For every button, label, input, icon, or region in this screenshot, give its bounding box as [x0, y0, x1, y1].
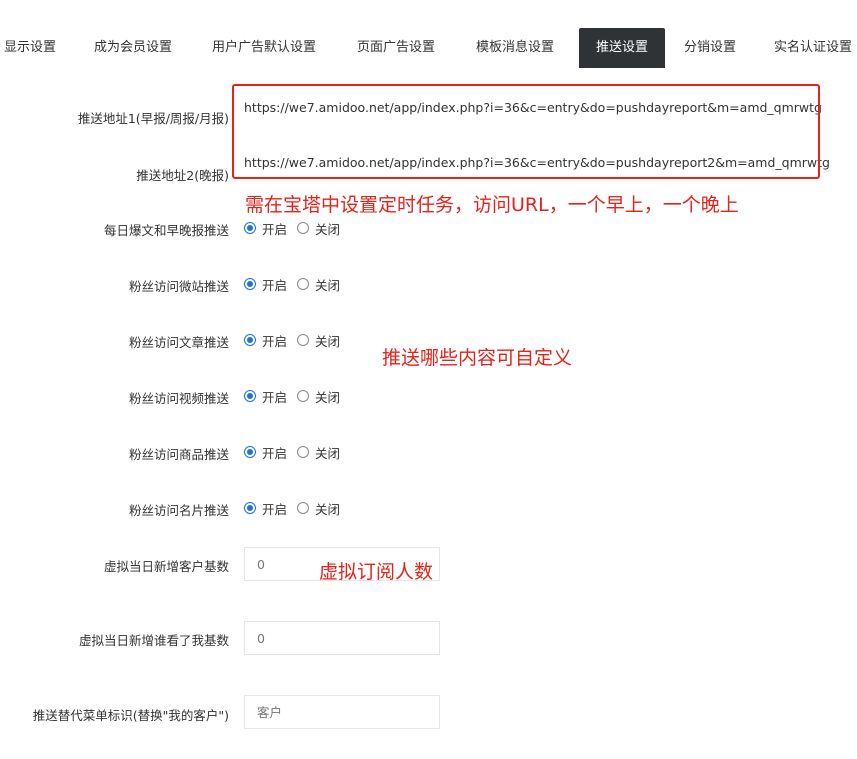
virtual-customers-label: 虚拟当日新增客户基数 — [103, 559, 229, 574]
radio-group-product-visit: 开启 关闭 — [244, 443, 350, 461]
toggle-label-daily-push: 每日爆文和早晚报推送 — [103, 223, 229, 238]
radio-group-article-visit: 开启 关闭 — [244, 331, 350, 349]
tab-template-message-settings[interactable]: 模板消息设置 — [476, 28, 554, 68]
radio-on-label: 开启 — [262, 501, 288, 517]
radio-off-label: 关闭 — [315, 333, 341, 349]
radio-on-video-visit[interactable] — [244, 390, 256, 402]
radio-on-card-visit[interactable] — [244, 502, 256, 514]
radio-off-label: 关闭 — [315, 445, 341, 461]
tab-distribution-settings[interactable]: 分销设置 — [684, 28, 736, 68]
url-highlight-box — [232, 84, 820, 179]
radio-on-daily-push[interactable] — [244, 222, 256, 234]
radio-off-video-visit[interactable] — [297, 390, 310, 402]
push-url1-label: 推送地址1(早报/周报/月报) — [77, 111, 229, 126]
virtual-viewers-input[interactable] — [244, 621, 440, 655]
cron-annotation: 需在宝塔中设置定时任务，访问URL，一个早上，一个晚上 — [245, 194, 739, 216]
radio-on-label: 开启 — [262, 333, 288, 349]
tab-display-settings[interactable]: 显示设置 — [4, 28, 56, 68]
radio-off-label: 关闭 — [315, 277, 341, 293]
tab-user-ad-default-settings[interactable]: 用户广告默认设置 — [212, 28, 316, 68]
toggle-label-video-visit: 粉丝访问视频推送 — [128, 391, 229, 406]
tab-membership-settings[interactable]: 成为会员设置 — [94, 28, 172, 68]
radio-off-article-visit[interactable] — [297, 334, 310, 346]
radio-off-label: 关闭 — [315, 221, 341, 237]
virtual-viewers-label: 虚拟当日新增谁看了我基数 — [78, 633, 229, 648]
tab-realname-settings[interactable]: 实名认证设置 — [774, 28, 852, 68]
radio-group-daily-push: 开启 关闭 — [244, 219, 350, 237]
virtual-subscribers-annotation: 虚拟订阅人数 — [319, 561, 434, 583]
radio-on-label: 开启 — [262, 389, 288, 405]
radio-on-product-visit[interactable] — [244, 446, 256, 458]
radio-on-site-visit[interactable] — [244, 278, 256, 290]
radio-off-product-visit[interactable] — [297, 446, 310, 458]
toggle-label-card-visit: 粉丝访问名片推送 — [128, 503, 229, 518]
radio-off-site-visit[interactable] — [297, 278, 310, 290]
radio-group-video-visit: 开启 关闭 — [244, 387, 350, 405]
tab-push-settings[interactable]: 推送设置 — [579, 28, 665, 68]
toggle-label-site-visit: 粉丝访问微站推送 — [128, 279, 229, 294]
toggle-label-article-visit: 粉丝访问文章推送 — [128, 335, 229, 350]
radio-on-label: 开启 — [262, 221, 288, 237]
push-url2-label: 推送地址2(晚报) — [136, 168, 229, 183]
custom-content-annotation: 推送哪些内容可自定义 — [382, 347, 573, 369]
toggle-label-product-visit: 粉丝访问商品推送 — [128, 447, 229, 462]
radio-off-card-visit[interactable] — [297, 502, 310, 514]
radio-group-card-visit: 开启 关闭 — [244, 499, 350, 517]
tab-page-ad-settings[interactable]: 页面广告设置 — [357, 28, 435, 68]
radio-off-label: 关闭 — [315, 389, 341, 405]
radio-on-label: 开启 — [262, 277, 288, 293]
menu-alias-label: 推送替代菜单标识(替换"我的客户") — [32, 708, 229, 723]
radio-off-label: 关闭 — [315, 501, 341, 517]
radio-group-site-visit: 开启 关闭 — [244, 275, 350, 293]
menu-alias-input[interactable] — [244, 695, 440, 729]
radio-on-article-visit[interactable] — [244, 334, 256, 346]
radio-on-label: 开启 — [262, 445, 288, 461]
settings-tabs: 显示设置 成为会员设置 用户广告默认设置 页面广告设置 模板消息设置 推送设置 … — [0, 28, 857, 68]
radio-off-daily-push[interactable] — [297, 222, 310, 234]
